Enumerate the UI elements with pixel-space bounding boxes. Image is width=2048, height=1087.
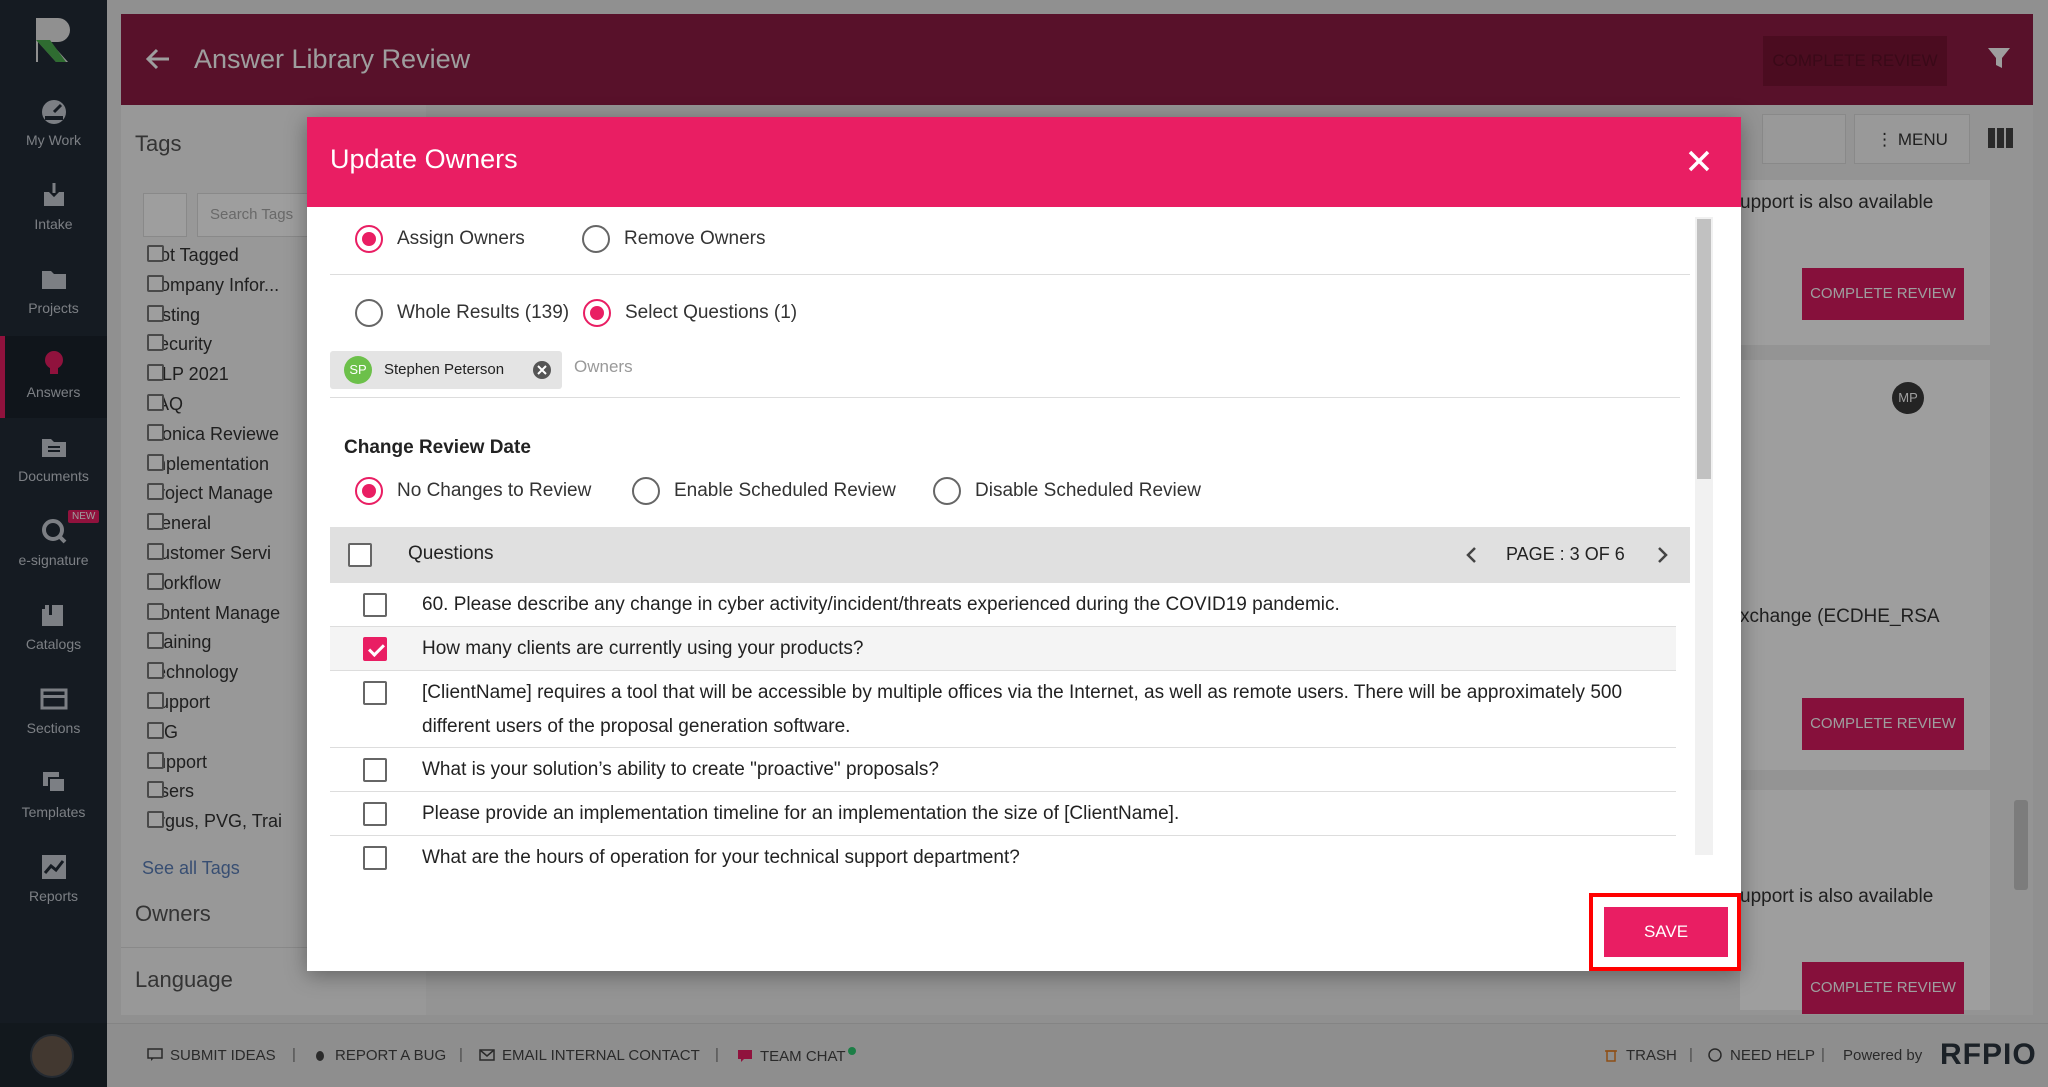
radio-selected-icon	[355, 225, 383, 253]
question-checkbox-checked[interactable]	[363, 637, 387, 661]
question-text: What is your solution’s ability to creat…	[422, 759, 939, 780]
radio-unselected-icon	[582, 225, 610, 253]
owner-chip: SP Stephen Peterson	[330, 351, 562, 389]
owners-input[interactable]: Owners	[574, 357, 633, 377]
remove-owners-label: Remove Owners	[624, 228, 766, 249]
questions-column-label: Questions	[408, 543, 494, 564]
question-checkbox[interactable]	[363, 758, 387, 782]
question-text: What are the hours of operation for your…	[422, 847, 1020, 868]
question-text: How many clients are currently using you…	[422, 638, 864, 659]
radio-selected-icon	[583, 299, 611, 327]
owner-avatar: SP	[344, 356, 372, 384]
save-button[interactable]: SAVE	[1604, 907, 1728, 957]
question-text: [ClientName] requires a tool that will b…	[422, 682, 1623, 737]
assign-owners-radio[interactable]: Assign Owners	[355, 225, 525, 253]
divider	[330, 274, 1690, 275]
question-row[interactable]: What is your solution’s ability to creat…	[330, 748, 1676, 792]
select-questions-radio[interactable]: Select Questions (1)	[583, 299, 797, 327]
assign-owners-label: Assign Owners	[397, 228, 525, 249]
radio-unselected-icon	[933, 477, 961, 505]
radio-unselected-icon	[632, 477, 660, 505]
question-row[interactable]: [ClientName] requires a tool that will b…	[330, 671, 1676, 748]
divider	[330, 397, 1680, 398]
modal-title: Update Owners	[330, 144, 518, 174]
update-owners-modal: Update Owners Assign Owners Remove Owner…	[307, 117, 1741, 971]
select-questions-label: Select Questions (1)	[625, 302, 798, 323]
chevron-left-icon[interactable]	[1460, 543, 1484, 567]
no-changes-radio[interactable]: No Changes to Review	[355, 477, 591, 505]
select-all-checkbox[interactable]	[348, 543, 372, 567]
question-checkbox[interactable]	[363, 846, 387, 870]
page-indicator: PAGE : 3 OF 6	[1506, 544, 1625, 564]
owner-name: Stephen Peterson	[384, 361, 505, 378]
whole-results-radio[interactable]: Whole Results (139)	[355, 299, 569, 327]
question-row[interactable]: Please provide an implementation timelin…	[330, 792, 1676, 836]
radio-selected-icon	[355, 477, 383, 505]
modal-header: Update Owners	[307, 117, 1741, 207]
enable-scheduled-review-radio[interactable]: Enable Scheduled Review	[632, 477, 896, 505]
modal-body: Assign Owners Remove Owners Whole Result…	[330, 207, 1690, 870]
question-row[interactable]: How many clients are currently using you…	[330, 627, 1676, 671]
radio-unselected-icon	[355, 299, 383, 327]
disable-scheduled-label: Disable Scheduled Review	[975, 480, 1202, 501]
questions-table-header: Questions PAGE : 3 OF 6	[330, 527, 1690, 583]
question-text: Please provide an implementation timelin…	[422, 803, 1180, 824]
chevron-right-icon[interactable]	[1650, 543, 1674, 567]
close-icon[interactable]	[1685, 147, 1713, 175]
question-row[interactable]: What are the hours of operation for your…	[330, 836, 1676, 870]
whole-results-label: Whole Results (139)	[397, 302, 570, 323]
remove-owners-radio[interactable]: Remove Owners	[582, 225, 766, 253]
enable-scheduled-label: Enable Scheduled Review	[674, 480, 896, 501]
modal-scrollbar-thumb[interactable]	[1697, 219, 1711, 479]
question-row[interactable]: 60. Please describe any change in cyber …	[330, 583, 1676, 627]
disable-scheduled-review-radio[interactable]: Disable Scheduled Review	[933, 477, 1201, 505]
question-checkbox[interactable]	[363, 802, 387, 826]
question-text: 60. Please describe any change in cyber …	[422, 594, 1340, 615]
question-checkbox[interactable]	[363, 681, 387, 705]
question-checkbox[interactable]	[363, 593, 387, 617]
change-review-date-heading: Change Review Date	[344, 437, 531, 458]
no-changes-label: No Changes to Review	[397, 480, 592, 501]
remove-chip-icon[interactable]	[532, 360, 552, 380]
